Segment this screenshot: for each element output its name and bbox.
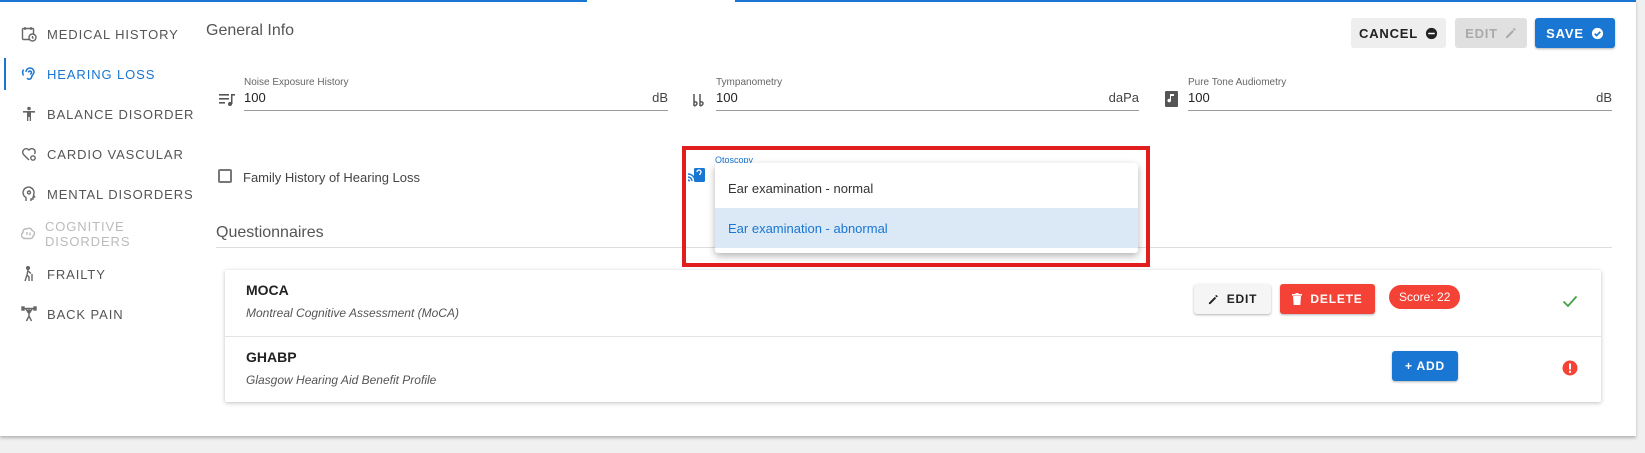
- double-flat-icon: [690, 91, 708, 109]
- field-label: Tympanometry: [716, 77, 783, 88]
- main-card: MEDICAL HISTORY HEARING LOSS BALANCE DIS…: [0, 0, 1636, 436]
- questionnaires-title: Questionnaires: [216, 224, 324, 241]
- sidebar-item-label: MENTAL DISORDERS: [47, 186, 194, 202]
- walking-cane-icon: [20, 265, 38, 283]
- field-value[interactable]: 100: [244, 90, 266, 105]
- sidebar-item-label: BACK PAIN: [47, 306, 124, 322]
- questionnaire-title: MOCA: [246, 282, 289, 298]
- field-label: Pure Tone Audiometry: [1188, 77, 1287, 88]
- tab-indicator-line: [735, 0, 1636, 2]
- sidebar-item-label: HEARING LOSS: [47, 66, 156, 82]
- page-title: General Info: [206, 22, 295, 39]
- check-circle-icon: [1591, 27, 1604, 40]
- sidebar-item-frailty[interactable]: FRAILTY: [0, 254, 195, 294]
- sidebar-item-label: CARDIO VASCULAR: [47, 146, 184, 162]
- score-badge: Score: 22: [1389, 285, 1461, 309]
- field-label: Noise Exposure History: [244, 77, 349, 88]
- sidebar-item-label: MEDICAL HISTORY: [47, 26, 179, 42]
- alert-circle-icon: [1561, 359, 1579, 377]
- field-unit: daPa: [1108, 90, 1139, 105]
- family-history-checkbox[interactable]: [218, 169, 232, 183]
- edit-questionnaire-button[interactable]: EDIT: [1194, 284, 1271, 314]
- head-icon: [20, 185, 38, 203]
- sidebar-item-medical-history[interactable]: MEDICAL HISTORY: [0, 14, 195, 54]
- add-label: + ADD: [1405, 359, 1445, 373]
- edit-label: EDIT: [1226, 292, 1258, 306]
- otoscopy-option-normal[interactable]: Ear examination - normal: [715, 168, 1138, 208]
- check-icon: [1561, 292, 1579, 310]
- questionnaire-subtitle: Glasgow Hearing Aid Benefit Profile: [246, 373, 437, 387]
- sidebar-item-cognitive-disorders[interactable]: COGNITIVE DISORDERS: [0, 214, 195, 254]
- music-book-icon: [1162, 90, 1180, 108]
- sidebar-item-mental-disorders[interactable]: MENTAL DISORDERS: [0, 174, 195, 214]
- minus-circle-icon: [1425, 27, 1438, 40]
- brain-icon: [20, 225, 36, 243]
- questionnaire-list: MOCA Montreal Cognitive Assessment (MoCA…: [225, 270, 1601, 402]
- sidebar-item-label: COGNITIVE DISORDERS: [45, 219, 131, 249]
- add-questionnaire-button[interactable]: + ADD: [1392, 351, 1458, 381]
- questionnaire-row-ghabp: GHABP Glasgow Hearing Aid Benefit Profil…: [225, 336, 1601, 403]
- otoscopy-option-abnormal[interactable]: Ear examination - abnormal: [715, 208, 1138, 248]
- pure-tone-audiometry-field[interactable]: Pure Tone Audiometry 100 dB: [1188, 77, 1612, 113]
- sidebar: MEDICAL HISTORY HEARING LOSS BALANCE DIS…: [0, 14, 195, 334]
- otoscopy-dropdown-menu: Ear examination - normal Ear examination…: [715, 163, 1138, 253]
- pencil-icon: [1208, 294, 1219, 305]
- delete-label: DELETE: [1310, 292, 1363, 306]
- calendar-clock-icon: [20, 25, 38, 43]
- music-list-icon: [218, 91, 236, 109]
- sidebar-item-cardio-vascular[interactable]: CARDIO VASCULAR: [0, 134, 195, 174]
- cancel-button-label: CANCEL: [1359, 25, 1418, 41]
- tympanometry-field[interactable]: Tympanometry 100 daPa: [716, 77, 1139, 113]
- cancel-button[interactable]: CANCEL: [1351, 18, 1446, 48]
- weightlifter-icon: [20, 305, 38, 323]
- family-history-label[interactable]: Family History of Hearing Loss: [243, 170, 420, 185]
- ear-hearing-icon: [687, 168, 705, 186]
- sidebar-item-label: FRAILTY: [47, 266, 106, 282]
- field-underline: [716, 110, 1139, 111]
- pencil-icon: [1505, 27, 1517, 39]
- person-standing-icon: [20, 105, 38, 123]
- field-underline: [1188, 110, 1612, 111]
- save-button-label: SAVE: [1546, 25, 1584, 41]
- otoscopy-label: Otoscopy: [715, 155, 754, 163]
- field-unit: dB: [652, 90, 668, 105]
- ear-icon: [20, 65, 38, 83]
- heart-gear-icon: [20, 145, 38, 163]
- sidebar-item-back-pain[interactable]: BACK PAIN: [0, 294, 195, 334]
- tab-indicator-line: [0, 0, 587, 2]
- questionnaire-row-moca: MOCA Montreal Cognitive Assessment (MoCA…: [225, 270, 1601, 336]
- save-button[interactable]: SAVE: [1535, 18, 1615, 48]
- trash-icon: [1292, 293, 1303, 305]
- edit-button-label: EDIT: [1465, 25, 1498, 41]
- field-unit: dB: [1596, 90, 1612, 105]
- questionnaire-subtitle: Montreal Cognitive Assessment (MoCA): [246, 306, 459, 320]
- sidebar-item-hearing-loss[interactable]: HEARING LOSS: [0, 54, 195, 94]
- noise-exposure-field[interactable]: Noise Exposure History 100 dB: [244, 77, 668, 113]
- edit-button[interactable]: EDIT: [1455, 18, 1527, 48]
- field-value[interactable]: 100: [1188, 90, 1210, 105]
- sidebar-item-label: BALANCE DISORDER: [47, 106, 195, 122]
- questionnaire-title: GHABP: [246, 349, 297, 365]
- sidebar-item-balance-disorder[interactable]: BALANCE DISORDER: [0, 94, 195, 134]
- delete-questionnaire-button[interactable]: DELETE: [1280, 284, 1375, 314]
- field-value[interactable]: 100: [716, 90, 738, 105]
- field-underline: [244, 110, 668, 111]
